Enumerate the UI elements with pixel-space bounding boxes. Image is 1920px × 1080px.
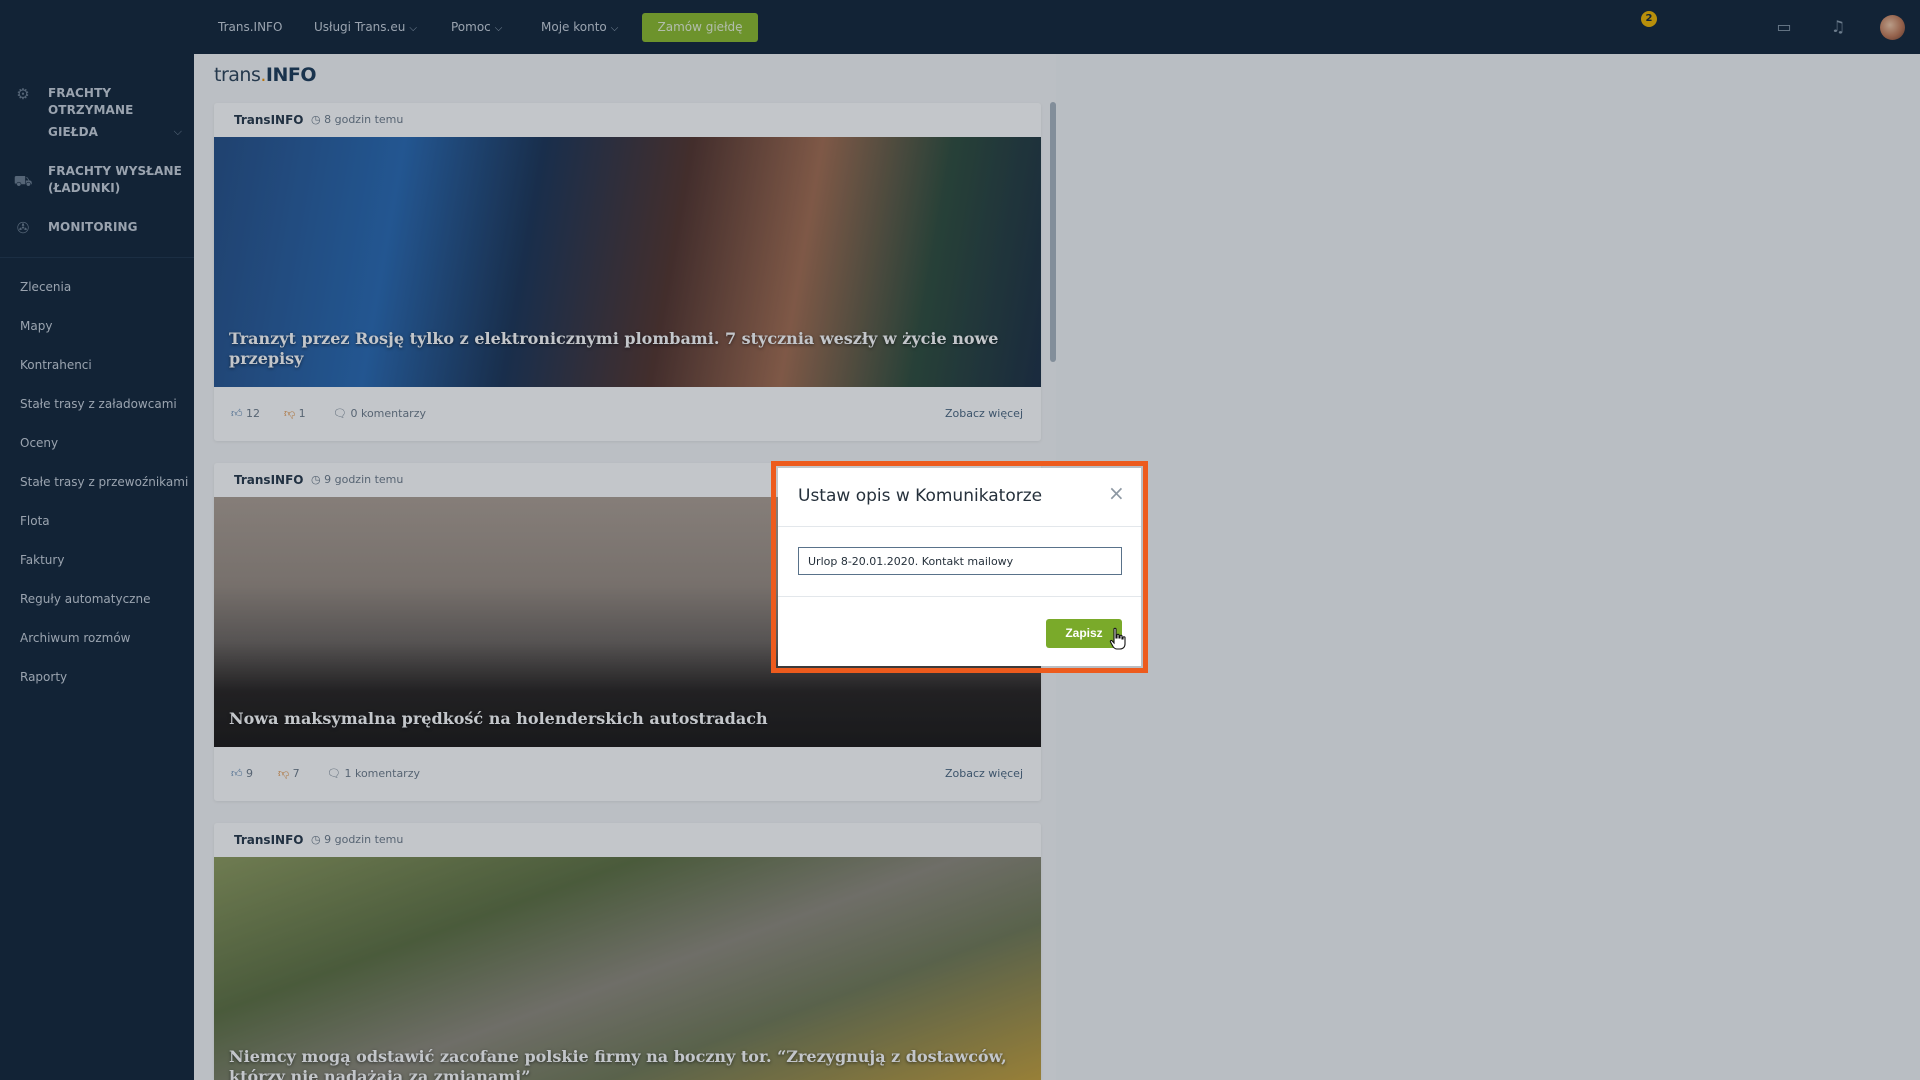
description-input[interactable]: [798, 547, 1122, 575]
modal-divider: [778, 526, 1141, 527]
set-description-modal: Ustaw opis w Komunikatorze × Zapisz: [778, 468, 1141, 666]
close-icon[interactable]: ×: [1108, 483, 1125, 503]
hand-cursor-icon: [1109, 627, 1126, 650]
modal-title: Ustaw opis w Komunikatorze: [798, 486, 1043, 506]
modal-divider: [778, 596, 1141, 597]
